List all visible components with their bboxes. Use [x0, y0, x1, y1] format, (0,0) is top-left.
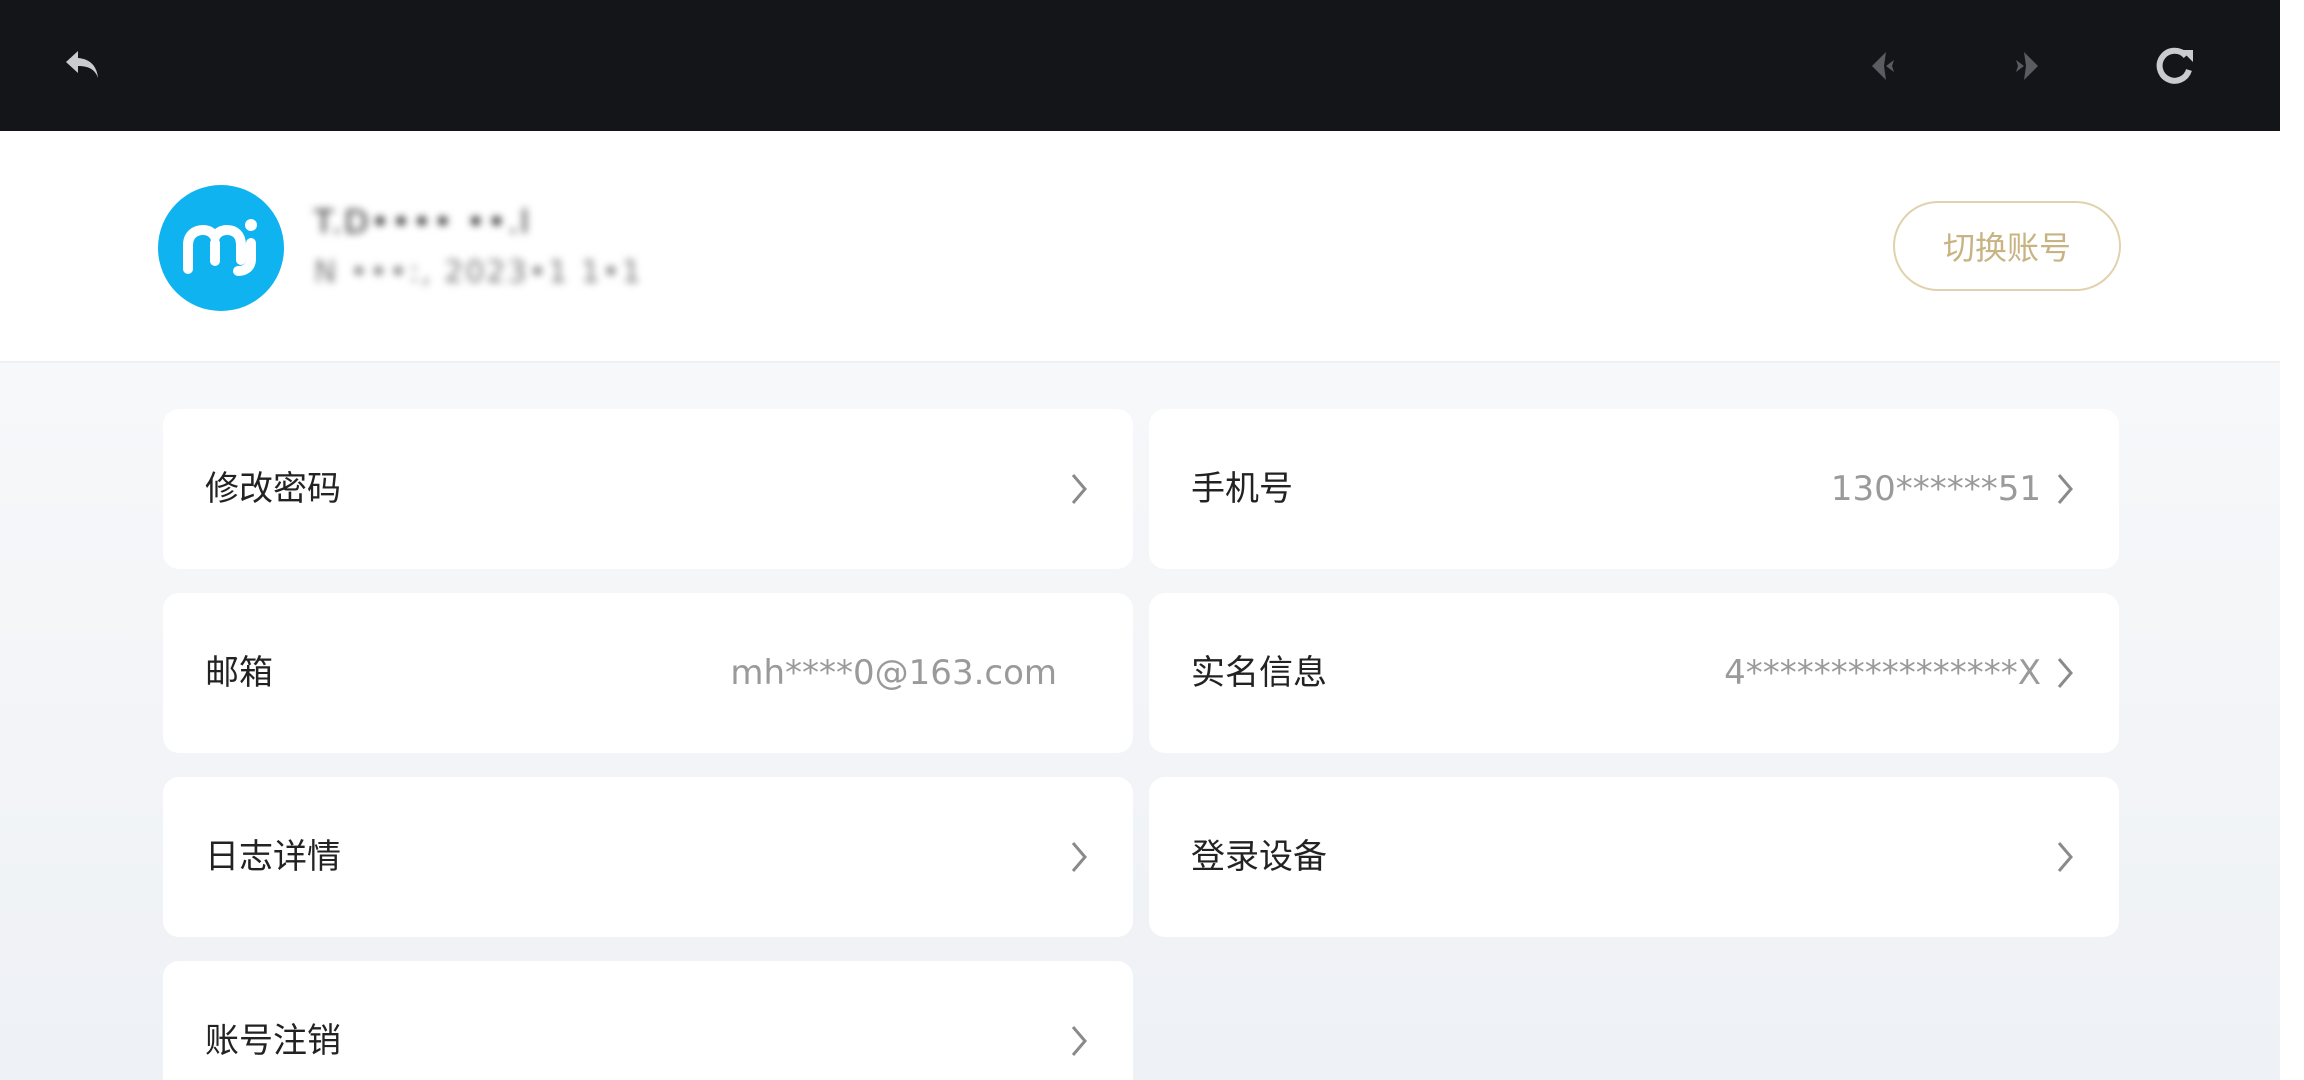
login-devices-item[interactable]: 登录设备: [1149, 777, 2119, 937]
reload-button[interactable]: [2143, 34, 2207, 98]
settings-list: 修改密码 手机号 130******51 邮箱 mh****0@163.com …: [0, 363, 2280, 1080]
chevron-left-icon: [1872, 52, 1894, 80]
reload-icon: [2156, 47, 2193, 84]
previous-button[interactable]: [1850, 34, 1914, 98]
login-devices-label: 登录设备: [1191, 837, 1327, 877]
right-edge-gutter: [2280, 0, 2304, 1080]
user-name: T.D•••• ••.l: [314, 203, 532, 241]
change-password-label: 修改密码: [205, 469, 341, 509]
top-toolbar: [0, 0, 2280, 131]
account-settings-screen: T.D•••• ••.l N •••:, 2023•1 1•1 切换账号 修改密…: [0, 0, 2280, 1080]
chevron-right-icon: [2049, 473, 2081, 505]
user-subtitle: N •••:, 2023•1 1•1: [314, 255, 643, 290]
phone-item[interactable]: 手机号 130******51: [1149, 409, 2119, 569]
real-name-label: 实名信息: [1191, 653, 1327, 693]
chevron-right-icon: [1063, 841, 1095, 873]
chevron-right-icon: [2049, 841, 2081, 873]
back-arrow-icon: [66, 51, 98, 78]
mi-logo-icon: [183, 219, 257, 276]
phone-value: 130******51: [1830, 469, 2041, 509]
email-value: mh****0@163.com: [730, 653, 1057, 693]
log-details-item[interactable]: 日志详情: [163, 777, 1133, 937]
back-button[interactable]: [50, 34, 114, 98]
email-item[interactable]: 邮箱 mh****0@163.com: [163, 593, 1133, 753]
chevron-right-icon: [2049, 657, 2081, 689]
account-cancel-item[interactable]: 账号注销: [163, 961, 1133, 1080]
change-password-item[interactable]: 修改密码: [163, 409, 1133, 569]
avatar: [158, 185, 284, 311]
real-name-item[interactable]: 实名信息 4****************X: [1149, 593, 2119, 753]
chevron-right-icon: [2016, 52, 2038, 80]
switch-account-button[interactable]: 切换账号: [1893, 201, 2121, 291]
chevron-right-icon: [1063, 473, 1095, 505]
email-label: 邮箱: [205, 653, 273, 693]
real-name-value: 4****************X: [1724, 653, 2041, 693]
next-button[interactable]: [1996, 34, 2060, 98]
chevron-right-icon: [1063, 1025, 1095, 1057]
account-header: T.D•••• ••.l N •••:, 2023•1 1•1 切换账号: [0, 131, 2280, 363]
account-cancel-label: 账号注销: [205, 1021, 341, 1061]
log-details-label: 日志详情: [205, 837, 341, 877]
phone-label: 手机号: [1191, 469, 1293, 509]
